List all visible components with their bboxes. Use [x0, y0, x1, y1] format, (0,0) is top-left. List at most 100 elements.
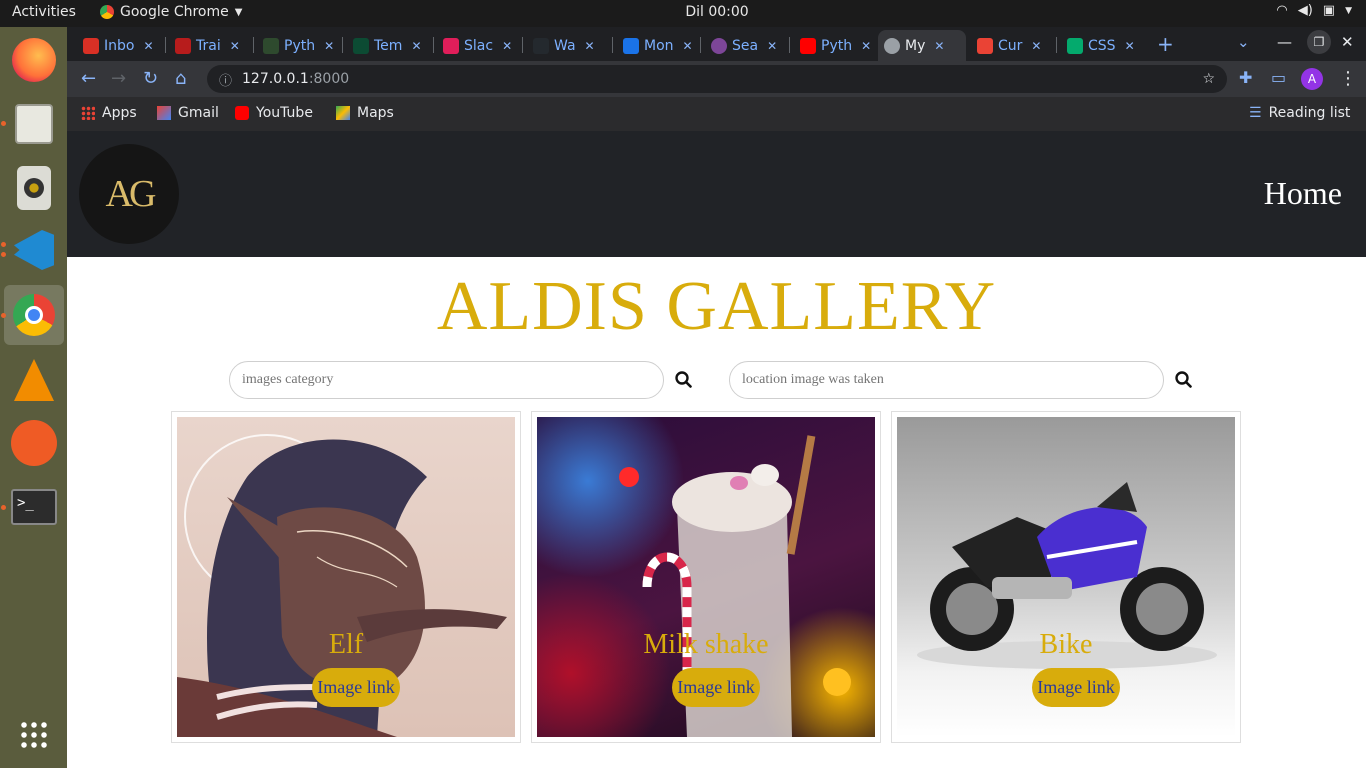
tab-label: Pyth [284, 37, 316, 54]
tab-separator [789, 37, 790, 53]
tab-label: Sea [732, 37, 759, 54]
close-icon[interactable]: ✕ [1031, 39, 1041, 53]
clock[interactable]: Dil 00:00 [685, 4, 748, 20]
postman-icon[interactable] [4, 413, 64, 473]
category-search-input[interactable] [229, 361, 664, 399]
tab-11[interactable]: Cur ✕ [971, 30, 1041, 61]
tab-separator [612, 37, 613, 53]
gallery-card: Milk shake Image link [531, 411, 881, 743]
speaker-icon[interactable] [4, 158, 64, 218]
forward-arrow-icon[interactable]: → [111, 68, 126, 89]
restore-icon[interactable]: ❐ [1307, 30, 1331, 54]
w3-icon [1067, 37, 1083, 54]
chrome-icon[interactable] [4, 285, 64, 345]
youtube-icon [235, 106, 249, 120]
maps-icon [336, 106, 350, 120]
close-window-icon[interactable]: ✕ [1341, 33, 1354, 51]
tab-4[interactable]: Tem ✕ [347, 30, 422, 61]
running-indicator [1, 313, 6, 318]
activities-button[interactable]: Activities [12, 4, 76, 20]
card-caption: Elf [328, 629, 364, 660]
url-text: 127.0.0.1:8000 [242, 71, 349, 87]
search-icon[interactable] [673, 369, 695, 391]
files-icon[interactable] [4, 94, 64, 154]
info-icon[interactable]: ⓘ [219, 70, 232, 89]
tab-separator [433, 37, 434, 53]
tab-2[interactable]: Trai ✕ [169, 30, 240, 61]
tab-1[interactable]: Inbo ✕ [77, 30, 154, 61]
tab-10-active[interactable]: My ✕ [878, 30, 966, 61]
close-icon[interactable]: ✕ [411, 39, 421, 53]
chevron-down-icon: ▼ [1345, 5, 1352, 16]
app-grid-icon[interactable] [4, 705, 64, 765]
tab-label: Trai [196, 37, 221, 54]
tab-label: Tem [374, 37, 403, 54]
tab-search-chevron-icon[interactable]: ⌄ [1237, 33, 1250, 51]
tab-5[interactable]: Slac ✕ [437, 30, 512, 61]
bookmark-youtube[interactable]: YouTube [235, 105, 313, 121]
terminal-icon[interactable]: >_ [4, 477, 64, 537]
tab-separator [253, 37, 254, 53]
profile-avatar[interactable]: A [1301, 68, 1323, 90]
close-icon[interactable]: ✕ [585, 39, 595, 53]
volume-icon: ◀) [1297, 3, 1313, 18]
tab-8[interactable]: Sea ✕ [705, 30, 777, 61]
calendar-icon [623, 37, 639, 54]
tab-9[interactable]: Pyth ✕ [794, 30, 871, 61]
reload-icon[interactable]: ↻ [143, 68, 158, 89]
address-bar[interactable]: ⓘ 127.0.0.1:8000 ☆ [207, 65, 1227, 93]
search-icon[interactable] [1173, 369, 1195, 391]
system-tray[interactable]: ◠ ◀) ▣ ▼ [1276, 3, 1352, 18]
close-icon[interactable]: ✕ [1125, 39, 1135, 53]
bookmark-gmail[interactable]: Gmail [157, 105, 219, 121]
gallery-card: Elf Image link [171, 411, 521, 743]
reading-list-button[interactable]: ☰ Reading list [1249, 105, 1350, 121]
more-menu-icon[interactable]: ⋮ [1339, 68, 1357, 89]
tab-12[interactable]: CSS ✕ [1061, 30, 1135, 61]
web-page: AG Home ALDIS GALLERY Elf [67, 131, 1366, 768]
extensions-puzzle-icon[interactable]: ✚ [1239, 68, 1252, 87]
tab-label: Cur [998, 37, 1023, 54]
back-arrow-icon[interactable]: ← [81, 68, 96, 89]
image-link-button[interactable]: Image link [312, 668, 400, 707]
tab-7[interactable]: Mon ✕ [617, 30, 693, 61]
browser-window: Inbo ✕ Trai ✕ Pyth ✕ Tem ✕ Slac ✕ Wa ✕ M… [67, 27, 1366, 131]
image-link-button[interactable]: Image link [672, 668, 760, 707]
site-logo[interactable]: AG [79, 144, 179, 244]
close-icon[interactable]: ✕ [861, 39, 871, 53]
bookmark-apps[interactable]: Apps [81, 105, 137, 121]
close-icon[interactable]: ✕ [502, 39, 512, 53]
close-icon[interactable]: ✕ [230, 39, 240, 53]
minimize-icon[interactable]: — [1277, 33, 1292, 51]
tab-label: Inbo [104, 37, 135, 54]
cast-icon[interactable]: ▭ [1271, 68, 1286, 87]
bookmark-star-icon[interactable]: ☆ [1202, 71, 1215, 87]
globe-icon [884, 37, 900, 54]
bookmark-maps[interactable]: Maps [336, 105, 394, 121]
close-icon[interactable]: ✕ [324, 39, 334, 53]
slack-icon [443, 37, 459, 54]
close-icon[interactable]: ✕ [683, 39, 693, 53]
close-icon[interactable]: ✕ [934, 39, 944, 53]
vscode-icon[interactable] [4, 220, 64, 280]
firefox-icon[interactable] [4, 30, 64, 90]
home-icon[interactable]: ⌂ [175, 68, 186, 89]
tab-3[interactable]: Pyth ✕ [257, 30, 334, 61]
close-icon[interactable]: ✕ [143, 39, 153, 53]
bookmark-label: YouTube [256, 105, 313, 121]
image-link-button[interactable]: Image link [1032, 668, 1120, 707]
tab-separator [522, 37, 523, 53]
tab-6[interactable]: Wa ✕ [527, 30, 595, 61]
nav-home-link[interactable]: Home [1264, 175, 1342, 212]
close-icon[interactable]: ✕ [767, 39, 777, 53]
tab-label: My [905, 37, 926, 54]
apps-grid-icon [81, 106, 95, 120]
vlc-icon[interactable] [4, 350, 64, 410]
running-indicator [1, 505, 6, 510]
bookmark-label: Maps [357, 105, 394, 121]
app-menu[interactable]: Google Chrome ▼ [100, 4, 242, 20]
github-icon [533, 37, 549, 54]
location-search-input[interactable] [729, 361, 1164, 399]
asterisk-icon [977, 37, 993, 54]
new-tab-plus-icon[interactable]: + [1157, 32, 1174, 56]
